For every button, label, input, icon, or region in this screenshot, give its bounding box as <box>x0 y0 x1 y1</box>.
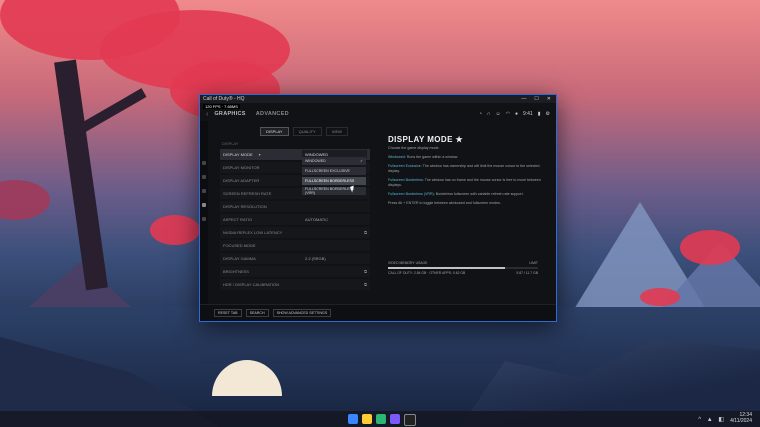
tab-advanced[interactable]: ADVANCED <box>256 111 289 117</box>
window-title: Call of Duty® - HQ <box>203 96 245 102</box>
app-header: ‹ GRAPHICS ADVANCED ◔ ∩ ☺ ◠ ● 9:41 ▮ ⚙ <box>200 107 556 121</box>
minimize-icon[interactable]: — <box>521 96 526 102</box>
setting-brightness[interactable]: BRIGHTNESS ⧉ <box>220 266 370 277</box>
display-mode-dropdown: WINDOWED ✓ FULLSCREEN EXCLUSIVE FULLSCRE… <box>302 157 366 197</box>
subtab-bar: DISPLAY QUALITY VIEW <box>260 127 348 136</box>
chevron-down-icon: ▾ <box>258 152 261 157</box>
setting-aspect-ratio[interactable]: ASPECT RATIO AUTOMATIC <box>220 214 370 225</box>
back-arrow-icon[interactable]: ‹ <box>206 111 208 118</box>
setting-label: HDR / DISPLAY CALIBRATION <box>223 282 280 287</box>
option-label: WINDOWED <box>305 159 326 163</box>
setting-hdr[interactable]: HDR / DISPLAY CALIBRATION ⧉ <box>220 279 370 290</box>
window-footer: RESET TAB SEARCH SHOW ADVANCED SETTINGS <box>200 304 556 321</box>
setting-label: DISPLAY GAMMA <box>223 256 256 261</box>
file-explorer-icon[interactable] <box>362 414 372 424</box>
maximize-icon[interactable]: ☐ <box>534 96 538 102</box>
window-titlebar[interactable]: Call of Duty® - HQ — ☐ ✕ <box>200 95 556 103</box>
date-text: 4/11/2024 <box>730 418 752 424</box>
setting-resolution[interactable]: DISPLAY RESOLUTION <box>220 201 370 212</box>
setting-label: DISPLAY ADAPTER <box>223 178 260 183</box>
usage-bar <box>388 267 538 269</box>
start-icon[interactable] <box>348 414 358 424</box>
game-app-icon[interactable] <box>404 414 416 426</box>
video-memory-usage: VIDEO MEMORY USAGE LIMIT CALL OF DUTY: 2… <box>388 261 538 275</box>
clock-text: 9:41 <box>523 111 533 117</box>
game-settings-window: Call of Duty® - HQ — ☐ ✕ 120 FPS · 7.65M… <box>199 94 557 322</box>
external-link-icon: ⧉ <box>364 230 367 235</box>
setting-focused-mode[interactable]: FOCUSED MODE <box>220 240 370 251</box>
nav-icon[interactable] <box>202 189 206 193</box>
setting-label: DISPLAY MONITOR <box>223 165 260 170</box>
detail-note: Press Alt + ENTER to toggle between wind… <box>388 201 501 205</box>
setting-label: SCREEN REFRESH RATE <box>223 191 272 196</box>
cherry-blossom <box>150 215 200 245</box>
wifi-icon[interactable]: ◠ <box>506 111 510 117</box>
tab-quality[interactable]: QUALITY <box>292 127 322 136</box>
close-icon[interactable]: ✕ <box>547 96 551 102</box>
detail-panel: DISPLAY MODE ★ Choose the game display m… <box>388 135 546 210</box>
cherry-blossom <box>0 180 50 220</box>
setting-label: ASPECT RATIO <box>223 217 252 222</box>
usage-label: VIDEO MEMORY USAGE <box>388 261 428 265</box>
option-label: FULLSCREEN BORDERLESS <box>305 179 355 183</box>
show-advanced-settings-button[interactable]: SHOW ADVANCED SETTINGS <box>272 309 332 317</box>
nav-icon[interactable] <box>202 217 206 221</box>
option-windowed[interactable]: WINDOWED ✓ <box>302 157 366 165</box>
usage-breakdown: CALL OF DUTY: 2.84 GB · OTHER APPS: 0.62… <box>388 271 466 275</box>
usage-total: 9.87 / 11.7 GB <box>516 271 538 275</box>
setting-value: 2.2 (SRGB) <box>305 256 326 261</box>
nav-icon-active[interactable] <box>202 203 206 207</box>
reset-tab-button[interactable]: RESET TAB <box>214 309 242 317</box>
bell-icon[interactable]: ◔ <box>479 111 482 117</box>
nav-icon[interactable] <box>202 161 206 165</box>
headset-icon[interactable]: ∩ <box>487 111 491 117</box>
setting-nvidia-reflex[interactable]: NVIDIA REFLEX LOW LATENCY ⧉ <box>220 227 370 238</box>
detail-item: Windowed: Runs the game within a window. <box>388 155 459 159</box>
usage-bar-fill <box>388 267 505 269</box>
setting-label: NVIDIA REFLEX LOW LATENCY <box>223 230 283 235</box>
option-label: FULLSCREEN EXCLUSIVE <box>305 169 350 173</box>
friends-icon[interactable]: ☺ <box>496 111 501 117</box>
detail-item: Fullscreen Exclusive: The window has own… <box>388 164 540 173</box>
external-link-icon: ⧉ <box>364 269 367 274</box>
taskbar: ^ ▲ ◧ 12:34 4/11/2024 <box>0 411 760 427</box>
option-fullscreen-exclusive[interactable]: FULLSCREEN EXCLUSIVE <box>302 167 366 175</box>
tree-trunk <box>54 59 108 291</box>
detail-item: Fullscreen Borderless: The window has no… <box>388 178 541 187</box>
tab-display[interactable]: DISPLAY <box>260 127 289 136</box>
browser-icon[interactable] <box>376 414 386 424</box>
setting-value: AUTOMATIC <box>305 217 329 222</box>
check-icon: ✓ <box>359 159 363 163</box>
search-button[interactable]: SEARCH <box>245 309 269 317</box>
setting-display-gamma[interactable]: DISPLAY GAMMA 2.2 (SRGB) <box>220 253 370 264</box>
detail-title: DISPLAY MODE ★ <box>388 135 464 144</box>
mic-icon[interactable]: ▮ <box>538 111 541 117</box>
option-fullscreen-borderless[interactable]: FULLSCREEN BORDERLESS <box>302 177 366 185</box>
setting-label: FOCUSED MODE <box>223 243 256 248</box>
option-fullscreen-borderless-vrr[interactable]: FULLSCREEN BORDERLESS (VRR) <box>302 187 366 195</box>
detail-item: Fullscreen Borderless (VRR): Borderless … <box>388 192 524 196</box>
store-icon[interactable] <box>390 414 400 424</box>
external-link-icon: ⧉ <box>364 282 367 287</box>
usage-limit-label: LIMIT <box>529 261 538 265</box>
cherry-blossom <box>680 230 740 265</box>
settings-icon[interactable]: ⚙ <box>546 111 550 117</box>
setting-label: DISPLAY RESOLUTION <box>223 204 267 209</box>
detail-intro: Choose the game display mode. <box>388 146 440 150</box>
nav-icon[interactable] <box>202 175 206 179</box>
tab-view[interactable]: VIEW <box>325 127 348 136</box>
system-tray[interactable]: ^ ▲ ◧ <box>698 416 726 423</box>
tab-graphics[interactable]: GRAPHICS <box>214 111 245 117</box>
setting-label: DISPLAY MODE <box>223 152 253 157</box>
side-rail <box>200 121 208 305</box>
section-title: DISPLAY <box>222 141 239 146</box>
taskbar-clock[interactable]: 12:34 4/11/2024 <box>730 412 752 424</box>
cherry-blossom <box>640 288 680 306</box>
user-icon[interactable]: ● <box>515 111 518 117</box>
setting-label: BRIGHTNESS <box>223 269 250 274</box>
